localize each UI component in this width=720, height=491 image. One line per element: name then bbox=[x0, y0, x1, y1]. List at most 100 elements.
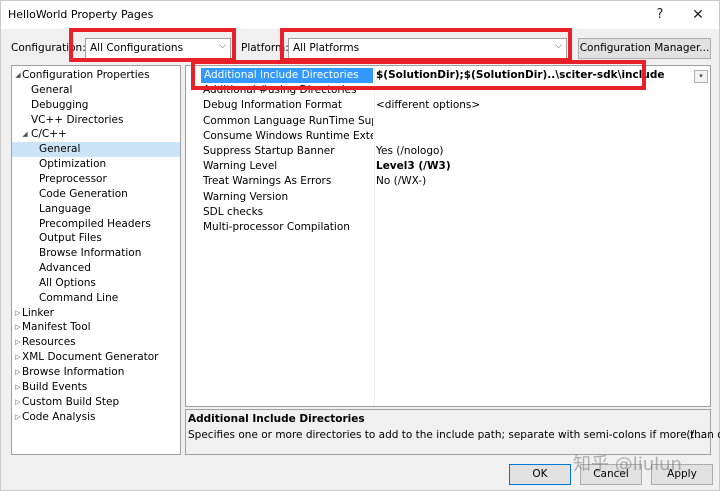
property-row[interactable]: SDL checks bbox=[186, 205, 710, 220]
tree-item-label: General bbox=[39, 143, 81, 156]
tree-item[interactable]: ◢ Configuration Properties bbox=[12, 68, 180, 83]
property-value: No (/WX-) bbox=[376, 175, 427, 188]
property-row[interactable]: Debug Information Format <different optio… bbox=[186, 98, 710, 113]
tree-item-label: Advanced bbox=[39, 262, 91, 275]
tree-item-label: Custom Build Step bbox=[22, 395, 120, 408]
chevron-down-icon: ⌵ bbox=[219, 41, 226, 51]
property-name: SDL checks bbox=[203, 205, 264, 218]
platform-combo[interactable]: All Platforms ⌵ bbox=[288, 38, 567, 59]
tree-item-label: XML Document Generator bbox=[22, 351, 159, 364]
tree-item[interactable]: VC++ Directories bbox=[12, 113, 180, 128]
ok-label: OK bbox=[532, 468, 548, 480]
tree-item[interactable]: Precompiled Headers bbox=[12, 217, 180, 232]
tree-item[interactable]: Preprocessor bbox=[12, 172, 180, 187]
tree-item-label: Command Line bbox=[39, 291, 119, 304]
tree-item[interactable]: Command Line bbox=[12, 291, 180, 306]
close-icon[interactable]: ✕ bbox=[687, 5, 709, 25]
property-row[interactable]: Warning Version bbox=[186, 190, 710, 205]
tree-item[interactable]: ▷ Browse Information bbox=[12, 365, 180, 380]
tree-item[interactable]: ▷ Manifest Tool bbox=[12, 320, 180, 335]
tree-item-label: General bbox=[31, 83, 73, 96]
tree-item-label: Code Analysis bbox=[22, 410, 96, 423]
tree-item[interactable]: All Options bbox=[12, 276, 180, 291]
description-more: (/... bbox=[686, 429, 704, 441]
tree-item-label: Optimization bbox=[39, 158, 107, 171]
property-name: Additional Include Directories bbox=[201, 68, 373, 83]
description-panel: Additional Include Directories Specifies… bbox=[185, 409, 720, 455]
tree-item[interactable]: General bbox=[12, 142, 180, 158]
property-row[interactable]: Additional #using Directories bbox=[186, 83, 710, 98]
property-name: Warning Version bbox=[203, 190, 289, 203]
category-tree[interactable]: ◢ Configuration Properties General Debuggin… bbox=[11, 65, 181, 455]
tree-item[interactable]: ▷ XML Document Generator bbox=[12, 350, 180, 365]
watermark: 知乎 @liulun bbox=[573, 454, 682, 475]
tree-item-label: Configuration Properties bbox=[22, 69, 150, 81]
property-value[interactable]: $(SolutionDir);$(SolutionDir)..\sciter-s… bbox=[376, 68, 664, 83]
tree-item[interactable]: General bbox=[12, 83, 180, 98]
tree-item-label: Precompiled Headers bbox=[39, 217, 151, 230]
tree-item[interactable]: Language bbox=[12, 202, 180, 217]
property-name: Debug Information Format bbox=[203, 99, 342, 112]
configuration-manager-label: Configuration Manager... bbox=[579, 42, 710, 54]
tree-item-label: Linker bbox=[22, 306, 54, 319]
property-name: Consume Windows Runtime Extension bbox=[203, 129, 373, 142]
property-row[interactable]: Warning Level Level3 (/W3) bbox=[186, 159, 710, 174]
tree-item[interactable]: ▷ Build Events bbox=[12, 380, 180, 395]
property-row[interactable]: Additional Include Directories $(Solution… bbox=[186, 68, 710, 83]
property-row[interactable]: Common Language RunTime Support bbox=[186, 114, 710, 129]
tree-item-label: Resources bbox=[22, 336, 76, 349]
tree-item-label: VC++ Directories bbox=[31, 113, 124, 126]
property-name: Warning Level bbox=[203, 160, 278, 173]
property-row[interactable]: Treat Warnings As Errors No (/WX-) bbox=[186, 174, 710, 189]
tree-item[interactable]: Optimization bbox=[12, 157, 180, 172]
tree-item[interactable]: ▷ Code Analysis bbox=[12, 410, 180, 425]
property-name: Treat Warnings As Errors bbox=[203, 175, 332, 188]
collapse-arrow-icon[interactable]: ◢ bbox=[20, 127, 30, 142]
help-icon[interactable]: ? bbox=[649, 5, 671, 25]
tree-item-label: Preprocessor bbox=[39, 172, 107, 185]
property-name: Suppress Startup Banner bbox=[203, 145, 335, 157]
configuration-label: Configuration: bbox=[11, 42, 86, 54]
tree-item[interactable]: Advanced bbox=[12, 261, 180, 276]
configuration-combo[interactable]: All Configurations ⌵ bbox=[85, 38, 231, 59]
description-title: Additional Include Directories bbox=[188, 413, 365, 425]
description-text: Specifies one or more directories to add… bbox=[188, 429, 720, 441]
tree-item-label: Manifest Tool bbox=[22, 321, 91, 334]
property-name: Additional #using Directories bbox=[203, 84, 357, 97]
ok-button[interactable]: OK bbox=[509, 464, 571, 485]
property-row[interactable]: Multi-processor Compilation bbox=[186, 220, 710, 235]
tree-item[interactable]: ▷ Linker bbox=[12, 306, 180, 321]
tree-item-label: Output Files bbox=[39, 232, 102, 245]
property-name: Multi-processor Compilation bbox=[203, 221, 350, 233]
property-row[interactable]: Consume Windows Runtime Extension bbox=[186, 129, 710, 144]
tree-item-label: Code Generation bbox=[39, 187, 128, 200]
tree-item-label: Browse Information bbox=[22, 366, 125, 378]
tree-item[interactable]: Debugging bbox=[12, 98, 180, 113]
property-pages-dialog: HelloWorld Property Pages ? ✕ Configurat… bbox=[0, 0, 720, 491]
property-value: <different options> bbox=[376, 99, 481, 112]
tree-item-label: Debugging bbox=[31, 98, 89, 111]
tree-item[interactable]: Output Files bbox=[12, 231, 180, 246]
window-title: HelloWorld Property Pages bbox=[8, 8, 154, 21]
chevron-down-icon: ⌵ bbox=[555, 41, 562, 51]
property-value: Yes (/nologo) bbox=[376, 145, 444, 157]
tree-item-label: All Options bbox=[39, 276, 96, 289]
tree-item-label: Browse Information bbox=[39, 247, 142, 260]
tree-item[interactable]: ◢ C/C++ bbox=[12, 127, 180, 142]
configuration-manager-button[interactable]: Configuration Manager... bbox=[578, 38, 711, 59]
configuration-value: All Configurations bbox=[90, 42, 184, 54]
tree-item[interactable]: ▷ Resources bbox=[12, 335, 180, 350]
property-row[interactable]: Suppress Startup Banner Yes (/nologo) bbox=[186, 144, 710, 159]
property-name: Common Language RunTime Support bbox=[203, 114, 373, 127]
tree-item[interactable]: Browse Information bbox=[12, 246, 180, 261]
platform-value: All Platforms bbox=[293, 42, 360, 54]
title-bar: HelloWorld Property Pages ? ✕ bbox=[1, 1, 719, 29]
tree-item[interactable]: Code Generation bbox=[12, 187, 180, 202]
platform-label: Platform: bbox=[241, 42, 289, 54]
tree-item-label: C/C++ bbox=[31, 128, 67, 141]
property-grid[interactable]: Additional Include Directories $(Solution… bbox=[185, 65, 711, 407]
tree-item-label: Build Events bbox=[22, 380, 88, 393]
chevron-down-icon[interactable]: ▾ bbox=[694, 70, 708, 83]
tree-item[interactable]: ▷ Custom Build Step bbox=[12, 395, 180, 410]
tree-item-label: Language bbox=[39, 202, 91, 215]
